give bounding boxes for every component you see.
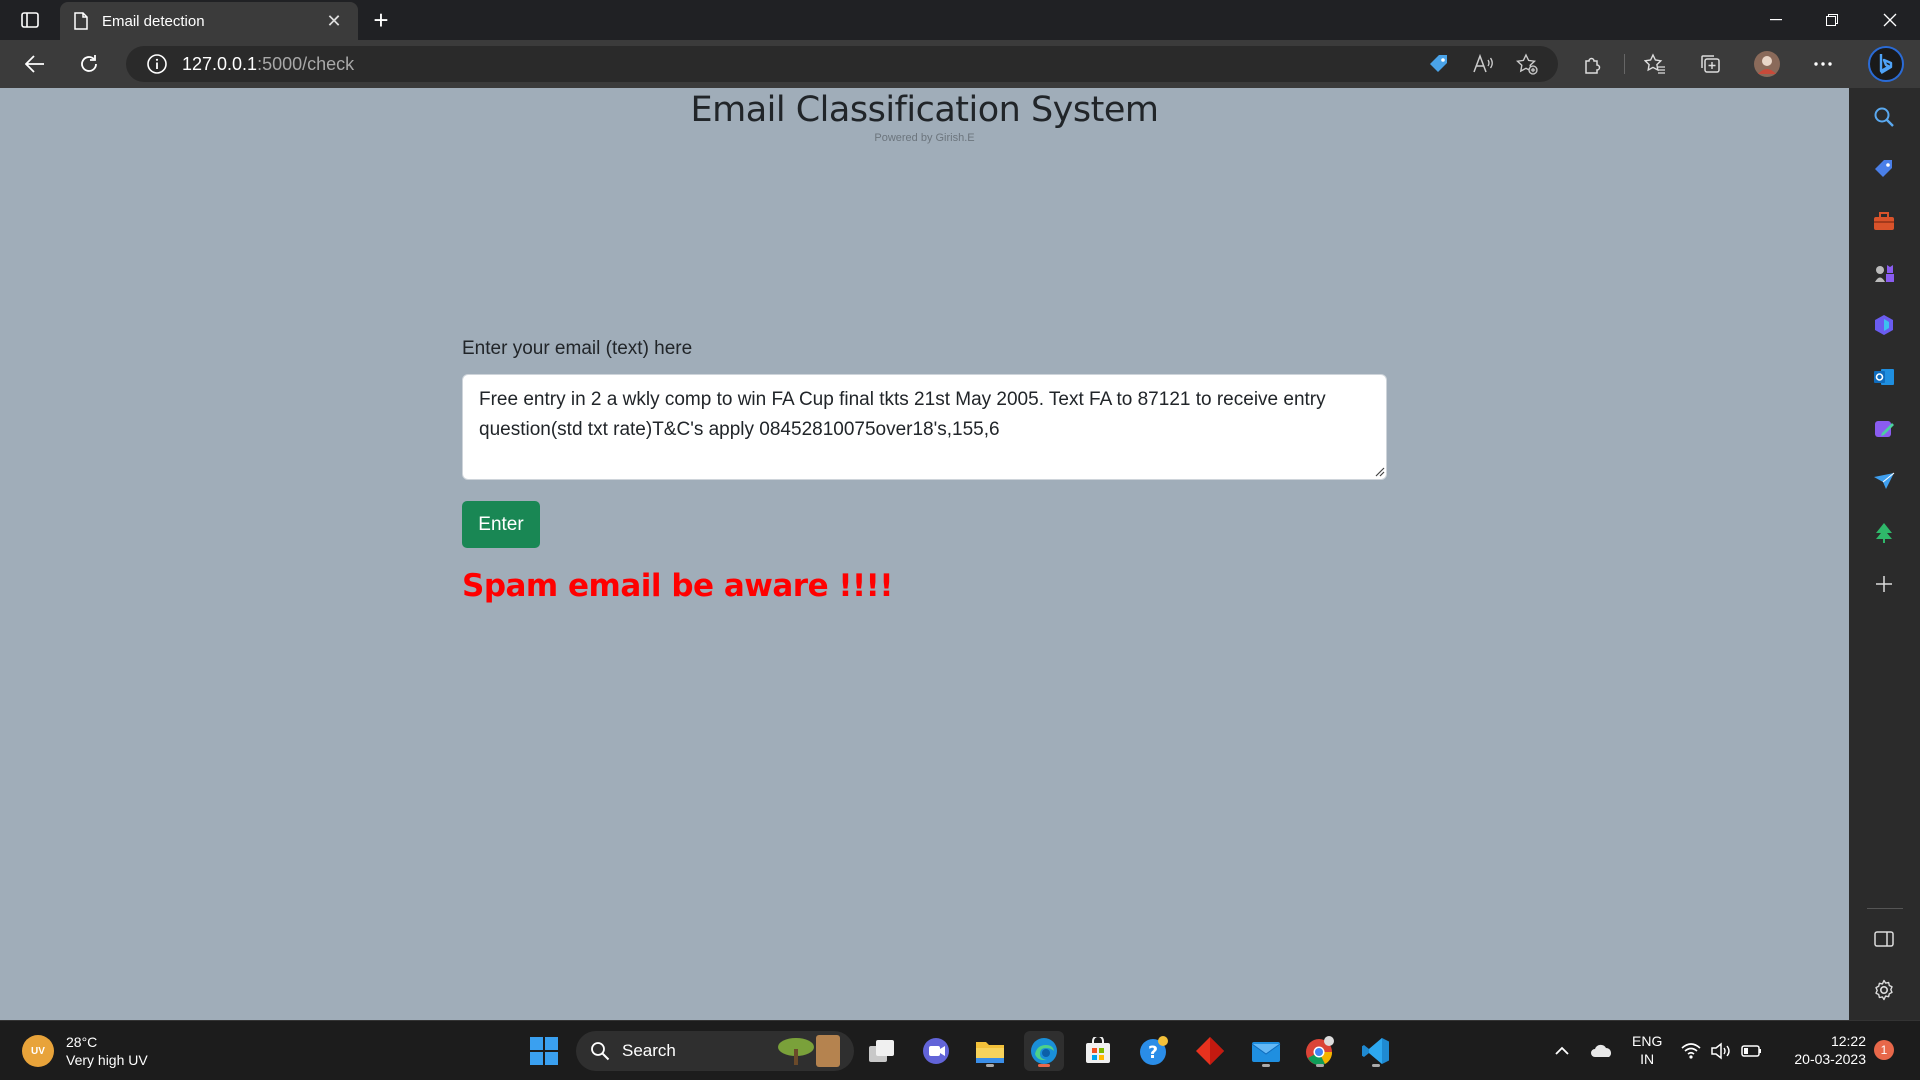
bing-copilot-icon[interactable] (1866, 44, 1906, 84)
notification-badge[interactable]: 1 (1874, 1040, 1894, 1060)
minimize-icon[interactable] (1748, 0, 1804, 40)
enter-button[interactable]: Enter (462, 501, 540, 548)
hide-sidebar-icon[interactable] (1867, 922, 1901, 956)
more-options-icon[interactable] (1806, 48, 1840, 80)
task-view-icon[interactable] (862, 1031, 902, 1071)
add-icon[interactable] (1867, 567, 1901, 601)
weather-description: Very high UV (66, 1052, 148, 1068)
resize-grip-icon[interactable] (1373, 465, 1385, 477)
email-textarea[interactable] (462, 374, 1387, 480)
running-indicator (1372, 1064, 1380, 1067)
clock-date: 20-03-2023 (1794, 1051, 1866, 1067)
language-code: ENG (1632, 1033, 1663, 1049)
language-region: IN (1640, 1051, 1655, 1067)
profile-avatar[interactable] (1750, 48, 1784, 80)
shopping-icon[interactable] (1867, 152, 1901, 186)
active-indicator (1038, 1064, 1050, 1067)
page-icon (72, 12, 90, 30)
site-info-icon[interactable] (146, 53, 168, 75)
close-tab-icon[interactable]: ✕ (322, 9, 346, 33)
url-path: :5000/check (257, 53, 355, 74)
settings-gear-icon[interactable] (1867, 973, 1901, 1007)
search-highlight-tree-icon (778, 1035, 840, 1067)
send-icon[interactable] (1867, 464, 1901, 498)
quick-settings[interactable] (1678, 1031, 1774, 1071)
page-subtitle: Powered by Girish.E (874, 132, 975, 144)
taskbar-search[interactable]: Search (576, 1031, 854, 1071)
running-indicator (986, 1064, 994, 1067)
close-window-icon[interactable] (1862, 0, 1918, 40)
file-explorer-icon[interactable] (970, 1031, 1010, 1071)
back-arrow-icon[interactable] (18, 48, 52, 80)
sidebar-divider (1867, 908, 1903, 909)
onedrive-icon[interactable] (1582, 1031, 1622, 1071)
uv-badge: UV (22, 1035, 54, 1067)
toolbar-divider (1624, 54, 1625, 74)
active-tab[interactable]: Email detection ✕ (60, 2, 358, 40)
running-indicator (1316, 1064, 1324, 1067)
browser-toolbar: 127.0.0.1 :5000/check (0, 40, 1920, 88)
show-hidden-icons[interactable] (1542, 1031, 1582, 1071)
address-bar[interactable]: 127.0.0.1 :5000/check (126, 46, 1558, 82)
outlook-icon[interactable] (1867, 360, 1901, 394)
tools-icon[interactable] (1867, 204, 1901, 238)
tab-actions-icon[interactable] (14, 6, 46, 34)
shopping-tag-icon[interactable] (1422, 46, 1456, 82)
page-title: Email Classification System (690, 90, 1159, 130)
search-icon[interactable] (1867, 100, 1901, 134)
windows-taskbar: UV 28°C Very high UV Search ? ENG IN 12:… (0, 1020, 1920, 1080)
weather-temperature: 28°C (66, 1034, 98, 1050)
tab-strip: Email detection ✕ + (0, 0, 1920, 40)
email-input-label: Enter your email (text) here (462, 338, 693, 359)
designer-icon[interactable] (1867, 412, 1901, 446)
clock[interactable]: 12:22 20-03-2023 (1784, 1032, 1866, 1068)
vscode-icon[interactable] (1356, 1031, 1396, 1071)
get-help-icon[interactable]: ? (1134, 1031, 1174, 1071)
windows-start-icon[interactable] (524, 1031, 564, 1071)
search-icon (591, 1042, 610, 1061)
add-favorite-icon[interactable] (1510, 46, 1544, 82)
classification-result: Spam email be aware !!!! (462, 568, 893, 604)
language-indicator[interactable]: ENG IN (1632, 1032, 1662, 1068)
favorites-icon[interactable] (1638, 48, 1672, 80)
url-host: 127.0.0.1 (182, 53, 258, 74)
running-indicator (1262, 1064, 1270, 1067)
tree-icon[interactable] (1867, 516, 1901, 550)
search-label: Search (622, 1041, 676, 1060)
extensions-icon[interactable] (1576, 48, 1610, 80)
page-viewport: Email Classification System Powered by G… (0, 88, 1849, 1020)
chrome-icon[interactable] (1300, 1031, 1340, 1071)
new-tab-button[interactable]: + (366, 5, 396, 35)
refresh-icon[interactable] (72, 48, 106, 80)
clock-time: 12:22 (1830, 1033, 1866, 1049)
microsoft-365-icon[interactable] (1867, 308, 1901, 342)
microsoft-store-icon[interactable] (1078, 1031, 1118, 1071)
collections-icon[interactable] (1693, 48, 1727, 80)
git-diamond-icon[interactable] (1190, 1031, 1230, 1071)
weather-widget[interactable]: UV 28°C Very high UV (22, 1033, 148, 1069)
teams-chat-icon[interactable] (916, 1031, 956, 1071)
edge-sidebar (1849, 88, 1920, 1020)
games-icon[interactable] (1867, 256, 1901, 290)
tab-title: Email detection (102, 12, 205, 30)
restore-icon[interactable] (1804, 0, 1860, 40)
edge-browser-icon[interactable] (1024, 1031, 1064, 1071)
read-aloud-icon[interactable] (1466, 46, 1500, 82)
svg-text:?: ? (1148, 1043, 1158, 1063)
mail-icon[interactable] (1246, 1031, 1286, 1071)
